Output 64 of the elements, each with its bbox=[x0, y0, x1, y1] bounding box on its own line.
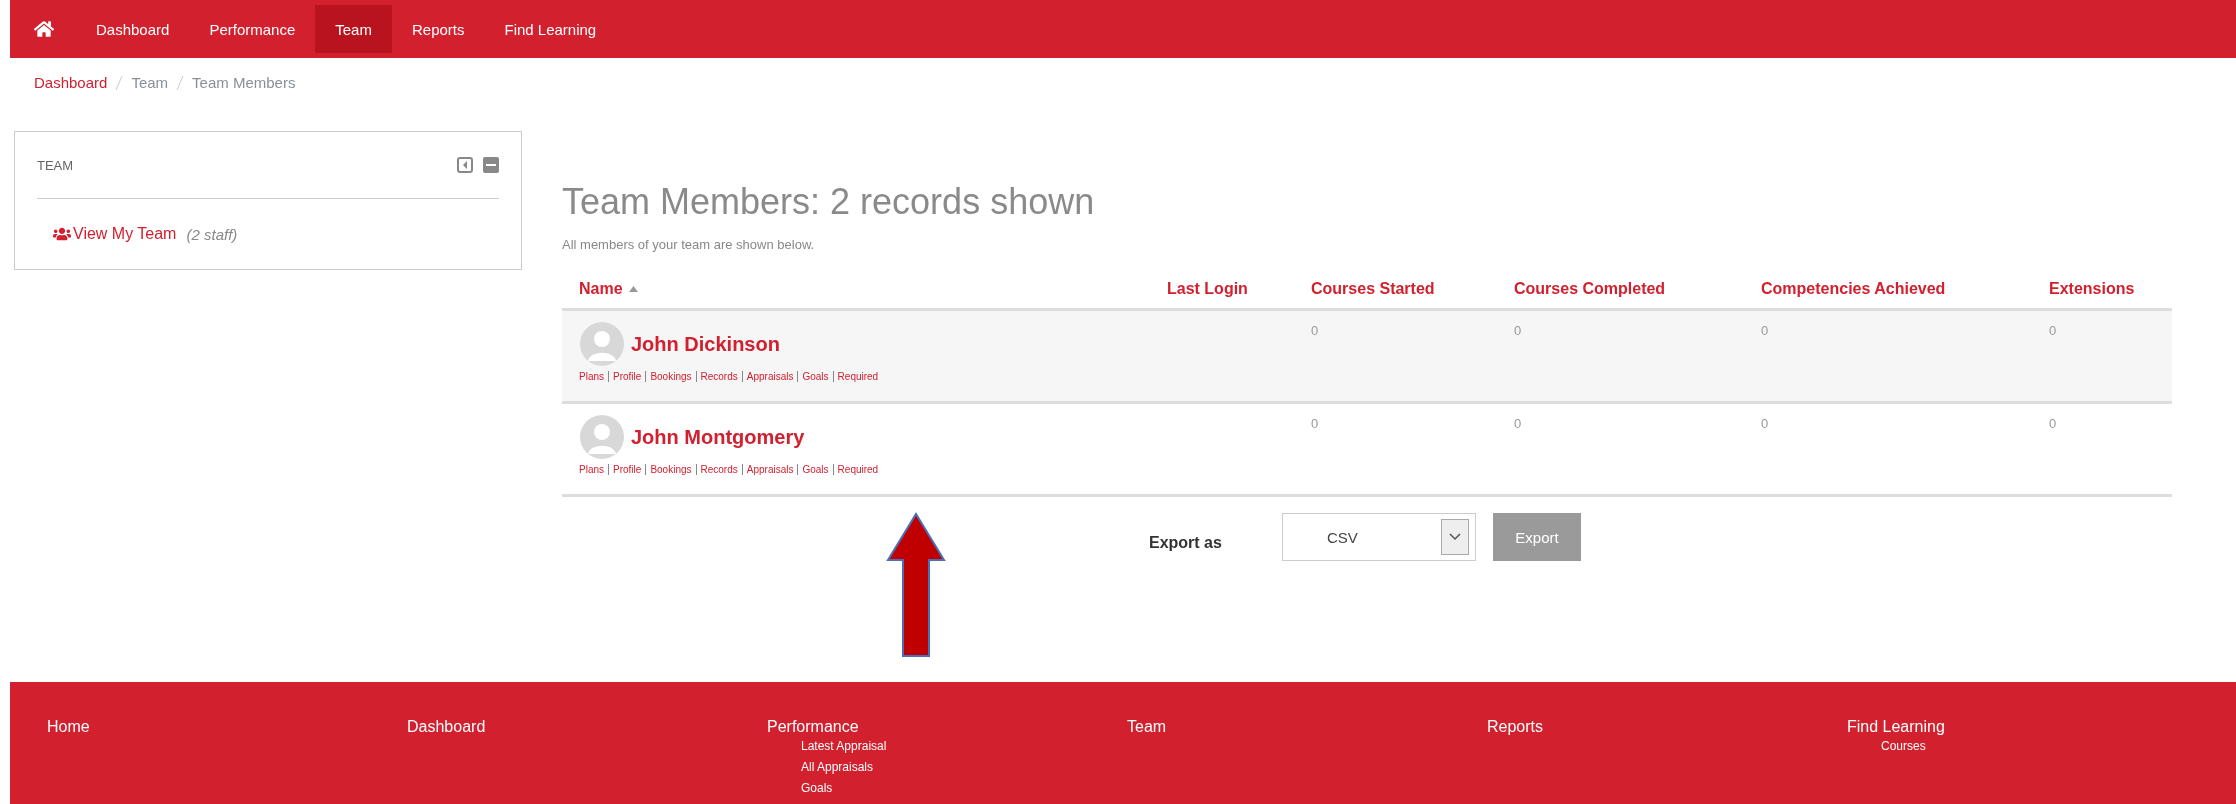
column-header[interactable]: Last Login bbox=[1150, 280, 1294, 298]
nav-tab[interactable]: Reports bbox=[391, 5, 485, 53]
breadcrumb-item[interactable]: Team bbox=[131, 74, 169, 91]
member-action-link[interactable]: Records bbox=[695, 464, 742, 475]
member-action-link[interactable]: Appraisals bbox=[741, 371, 798, 382]
footer-link[interactable]: Dashboard bbox=[407, 718, 767, 736]
member-action-link[interactable]: Appraisals bbox=[741, 464, 798, 475]
member-action-link[interactable]: Plans bbox=[579, 371, 608, 382]
table-cell-text: 0 bbox=[2048, 415, 2058, 433]
footer-sublink[interactable]: Latest Appraisal bbox=[801, 736, 1127, 757]
member-action-link[interactable]: Goals bbox=[797, 371, 833, 382]
footer-link[interactable]: Home bbox=[47, 718, 407, 736]
member-action-link[interactable]: Plans bbox=[579, 464, 608, 475]
member-name-link[interactable]: John Montgomery bbox=[631, 425, 805, 449]
minus-icon[interactable] bbox=[483, 157, 499, 173]
page-heading: Team Members: 2 records shown bbox=[562, 181, 1096, 223]
slash-divider-icon bbox=[115, 74, 124, 91]
avatar-icon bbox=[579, 321, 625, 367]
breadcrumb-link[interactable]: Dashboard bbox=[34, 74, 108, 91]
block-title: TEAM bbox=[37, 157, 74, 173]
footer-link[interactable]: Find Learning bbox=[1847, 718, 2207, 736]
staff-count: (2 staff) bbox=[186, 225, 238, 243]
view-team-link[interactable]: View My Team bbox=[53, 225, 177, 243]
footer-link[interactable]: Team bbox=[1127, 718, 1487, 736]
column-header[interactable]: Courses Completed bbox=[1497, 280, 1744, 298]
intro-text: All members of your team are shown below. bbox=[562, 237, 816, 252]
column-header[interactable]: Competencies Achieved bbox=[1744, 280, 2032, 298]
breadcrumb-item[interactable]: Team Members bbox=[192, 74, 296, 91]
table-cell-text: 0 bbox=[1513, 415, 1523, 433]
avatar-icon bbox=[579, 414, 625, 460]
table-cell-text: 0 bbox=[1310, 322, 1320, 340]
member-action-link[interactable]: Bookings bbox=[645, 371, 696, 382]
chevron-down-icon bbox=[1449, 533, 1461, 541]
table-cell-text: 0 bbox=[1513, 322, 1523, 340]
footer-link[interactable]: Reports bbox=[1487, 718, 1847, 736]
nav-tab[interactable]: Performance bbox=[189, 5, 316, 53]
member-action-link[interactable]: Profile bbox=[608, 464, 646, 475]
member-action-link[interactable]: Required bbox=[832, 464, 883, 475]
footer-sublink[interactable]: All Appraisals bbox=[801, 757, 1127, 778]
column-header[interactable]: Extensions bbox=[2032, 280, 2172, 298]
column-header[interactable]: Courses Started bbox=[1294, 280, 1497, 298]
nav-tab[interactable]: Team bbox=[315, 5, 392, 53]
export-button[interactable]: Export bbox=[1493, 513, 1581, 561]
member-action-link[interactable]: Goals bbox=[797, 464, 833, 475]
table-cell-text: 0 bbox=[1310, 415, 1320, 433]
table-cell-text: 0 bbox=[2048, 322, 2058, 340]
member-action-link[interactable]: Profile bbox=[608, 371, 646, 382]
export-label: Export as bbox=[1149, 533, 1223, 552]
member-action-link[interactable]: Required bbox=[832, 371, 883, 382]
nav-tab[interactable]: Find Learning bbox=[484, 5, 617, 53]
member-name-link[interactable]: John Dickinson bbox=[631, 332, 780, 356]
footer-sublink[interactable]: Goals bbox=[801, 778, 1127, 799]
dock-icon[interactable] bbox=[457, 157, 473, 173]
users-icon bbox=[53, 225, 71, 243]
footer-sublink[interactable]: Courses bbox=[1881, 736, 2207, 757]
table-cell-text: 0 bbox=[1760, 322, 1770, 340]
slash-divider-icon bbox=[176, 74, 185, 91]
footer-link[interactable]: Performance bbox=[767, 718, 1127, 736]
table-cell-text: 0 bbox=[1760, 415, 1770, 433]
nav-tab[interactable]: Dashboard bbox=[76, 5, 190, 53]
format-select[interactable]: CSV bbox=[1282, 513, 1476, 561]
member-action-link[interactable]: Bookings bbox=[645, 464, 696, 475]
column-header[interactable]: Name bbox=[562, 280, 1150, 298]
member-action-link[interactable]: Records bbox=[695, 371, 742, 382]
